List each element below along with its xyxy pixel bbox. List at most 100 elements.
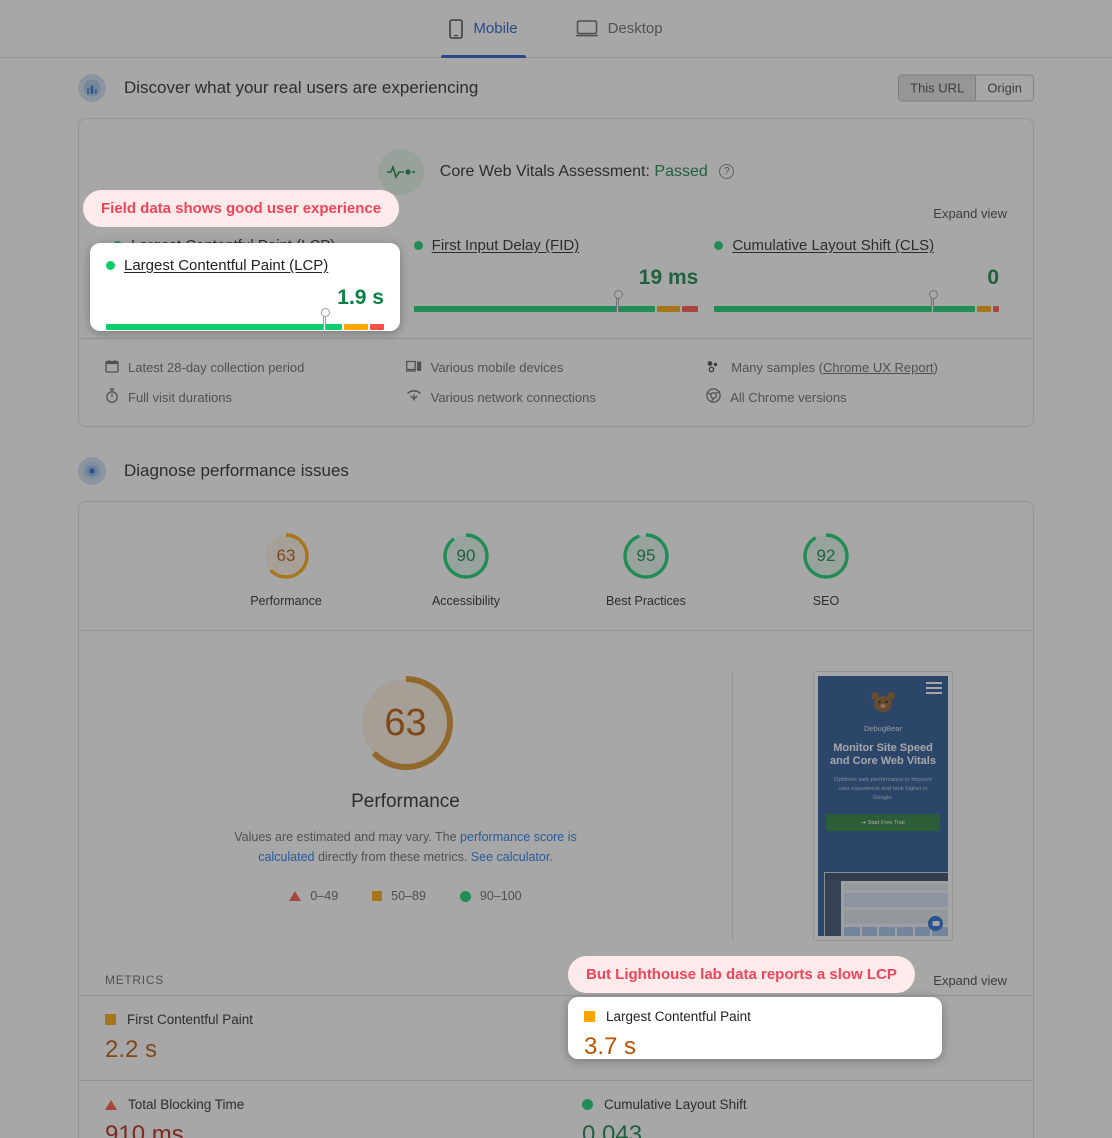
gauge-score-performance: 63 <box>276 546 296 565</box>
cwv-metric-cls-label[interactable]: Cumulative Layout Shift (CLS) <box>732 237 934 254</box>
expand-view-link-lab[interactable]: Expand view <box>933 973 1007 988</box>
diagnose-icon <box>78 457 106 485</box>
tab-desktop[interactable]: Desktop <box>568 0 671 58</box>
metrics-caption: METRICS <box>105 973 164 987</box>
annotation-lab-data: But Lighthouse lab data reports a slow L… <box>568 956 915 993</box>
pagespeed-report: Mobile Desktop Discover what your real u… <box>0 0 1112 1138</box>
lab-metric-fcp-value: 2.2 s <box>105 1036 158 1063</box>
meta-network: Various network connections <box>406 382 707 412</box>
performance-description: Values are estimated and may vary. The p… <box>234 830 577 864</box>
network-icon <box>406 389 422 405</box>
cwv-metric-cls-title: Cumulative Layout Shift (CLS) <box>714 237 999 254</box>
tab-mobile-label: Mobile <box>473 20 518 37</box>
spotlight-field-lcp-value: 1.9 s <box>337 286 384 309</box>
cwv-meta-list: Latest 28-day collection period Various … <box>79 338 1033 426</box>
diagnose-section-header: Diagnose performance issues <box>0 441 1112 501</box>
legend-good: 90–100 <box>459 889 522 903</box>
annotation-field-data: Field data shows good user experience <box>83 190 400 227</box>
lab-metric-cls-value: 0.043 <box>582 1121 643 1138</box>
cwv-metric-fid-label[interactable]: First Input Delay (FID) <box>432 237 580 254</box>
cwv-assessment-prefix: Core Web Vitals Assessment: <box>439 163 650 180</box>
meta-chrome-versions: All Chrome versions <box>706 382 1007 412</box>
calendar-icon <box>105 359 119 376</box>
performance-score-value: 63 <box>384 701 427 744</box>
square-icon <box>584 1011 595 1022</box>
spotlight-lab-lcp-value: 3.7 s <box>584 1033 637 1060</box>
category-gauges: 63 Performance 90 Accessibility 95 Best … <box>79 502 1033 631</box>
gauge-ring-best-practices: 95 <box>622 532 670 580</box>
spotlight-field-lcp: Largest Contentful Paint (LCP) 1.9 s <box>90 243 400 331</box>
gauge-label-best-practices: Best Practices <box>606 594 686 608</box>
discover-section-header: Discover what your real users are experi… <box>0 58 1112 118</box>
gauge-best-practices[interactable]: 95 Best Practices <box>591 532 701 608</box>
gauge-seo[interactable]: 92 SEO <box>771 532 881 608</box>
url-scope-toggle[interactable]: This URL Origin <box>898 74 1034 102</box>
thumbnail-content: DebugBear Monitor Site Speed and Core We… <box>818 676 948 936</box>
toggle-this-url[interactable]: This URL <box>899 75 976 101</box>
tab-mobile[interactable]: Mobile <box>441 0 526 58</box>
gauge-ring-performance: 63 <box>262 532 310 580</box>
cwv-metric-fid-value: 19 ms <box>638 266 699 289</box>
cwv-assessment-header: Core Web Vitals Assessment: Passed ? <box>79 119 1033 195</box>
see-calculator-link[interactable]: See calculator. <box>471 850 553 864</box>
toggle-origin[interactable]: Origin <box>975 75 1033 101</box>
gauge-label-accessibility: Accessibility <box>431 594 501 608</box>
square-icon <box>105 1014 116 1025</box>
thumbnail-cta-button: ➔ Start Free Trial <box>826 814 940 831</box>
cwv-metric-cls-bar <box>714 290 1000 312</box>
lab-metric-cls[interactable]: Cumulative Layout Shift 0.043 <box>556 1080 1033 1138</box>
legend-average: 50–89 <box>372 889 426 903</box>
samples-icon <box>706 360 722 376</box>
lab-metric-tbt-label: Total Blocking Time <box>128 1097 245 1112</box>
performance-score-label: Performance <box>351 791 460 812</box>
status-dot-good <box>106 261 115 270</box>
thumbnail-headline: Monitor Site Speed and Core Web Vitals <box>830 742 936 767</box>
lab-metric-tbt[interactable]: Total Blocking Time 910 ms <box>79 1080 556 1138</box>
meta-network-label: Various network connections <box>430 389 596 405</box>
mobile-icon <box>449 18 464 39</box>
circle-icon <box>459 890 471 902</box>
performance-score-panel: 63 Performance Values are estimated and … <box>79 671 733 941</box>
meta-samples-label: Many samples (Chrome UX Report) <box>731 360 938 375</box>
meta-chrome-versions-label: All Chrome versions <box>730 389 847 405</box>
lab-metric-cls-label: Cumulative Layout Shift <box>604 1097 747 1112</box>
gauge-label-performance: Performance <box>250 594 322 608</box>
diagnose-title: Diagnose performance issues <box>124 461 349 480</box>
gauge-score-accessibility: 90 <box>456 546 476 565</box>
page-title: Discover what your real users are experi… <box>124 78 479 97</box>
help-icon[interactable]: ? <box>719 164 735 180</box>
tab-desktop-label: Desktop <box>607 20 663 37</box>
lab-metric-fcp-label: First Contentful Paint <box>127 1012 254 1027</box>
chrome-icon <box>706 388 721 406</box>
meta-visit-durations: Full visit durations <box>105 382 406 412</box>
status-dot-good <box>413 241 423 250</box>
circle-icon <box>582 1099 593 1110</box>
hamburger-icon <box>926 682 942 694</box>
thumbnail-subtext: Optimize web performance to improve user… <box>834 777 932 801</box>
spotlight-field-lcp-label[interactable]: Largest Contentful Paint (LCP) <box>124 257 328 274</box>
gauge-accessibility[interactable]: 90 Accessibility <box>411 532 521 608</box>
square-icon <box>372 891 383 901</box>
spotlight-field-lcp-bar <box>106 308 384 330</box>
gauge-label-seo: SEO <box>812 594 840 608</box>
gauge-ring-seo: 92 <box>802 532 850 580</box>
triangle-icon <box>105 1099 117 1110</box>
cwv-assessment-status: Passed <box>654 163 708 180</box>
gauge-performance[interactable]: 63 Performance <box>231 532 341 608</box>
lab-metric-fcp[interactable]: First Contentful Paint 2.2 s <box>79 995 556 1080</box>
spotlight-lab-lcp-label: Largest Contentful Paint <box>606 1009 751 1024</box>
performance-gauge: 63 <box>354 671 458 775</box>
meta-collection-period-label: Latest 28-day collection period <box>128 360 305 375</box>
expand-view-link-field[interactable]: Expand view <box>933 206 1007 221</box>
page-screenshot-panel: DebugBear Monitor Site Speed and Core We… <box>733 671 1033 941</box>
cwv-metric-cls: Cumulative Layout Shift (CLS) 0 <box>706 237 1007 312</box>
status-dot-good <box>714 241 724 250</box>
gauge-ring-accessibility: 90 <box>442 532 490 580</box>
meta-samples: Many samples (Chrome UX Report) <box>706 353 1007 382</box>
spotlight-lab-lcp: Largest Contentful Paint 3.7 s <box>568 997 942 1060</box>
legend-poor: 0–49 <box>289 889 338 903</box>
cwv-assessment-title: Core Web Vitals Assessment: Passed ? <box>439 163 735 181</box>
chrome-ux-report-link[interactable]: Chrome UX Report <box>823 360 934 375</box>
bar-marker <box>613 290 623 312</box>
cwv-metric-cls-value: 0 <box>987 266 1000 289</box>
